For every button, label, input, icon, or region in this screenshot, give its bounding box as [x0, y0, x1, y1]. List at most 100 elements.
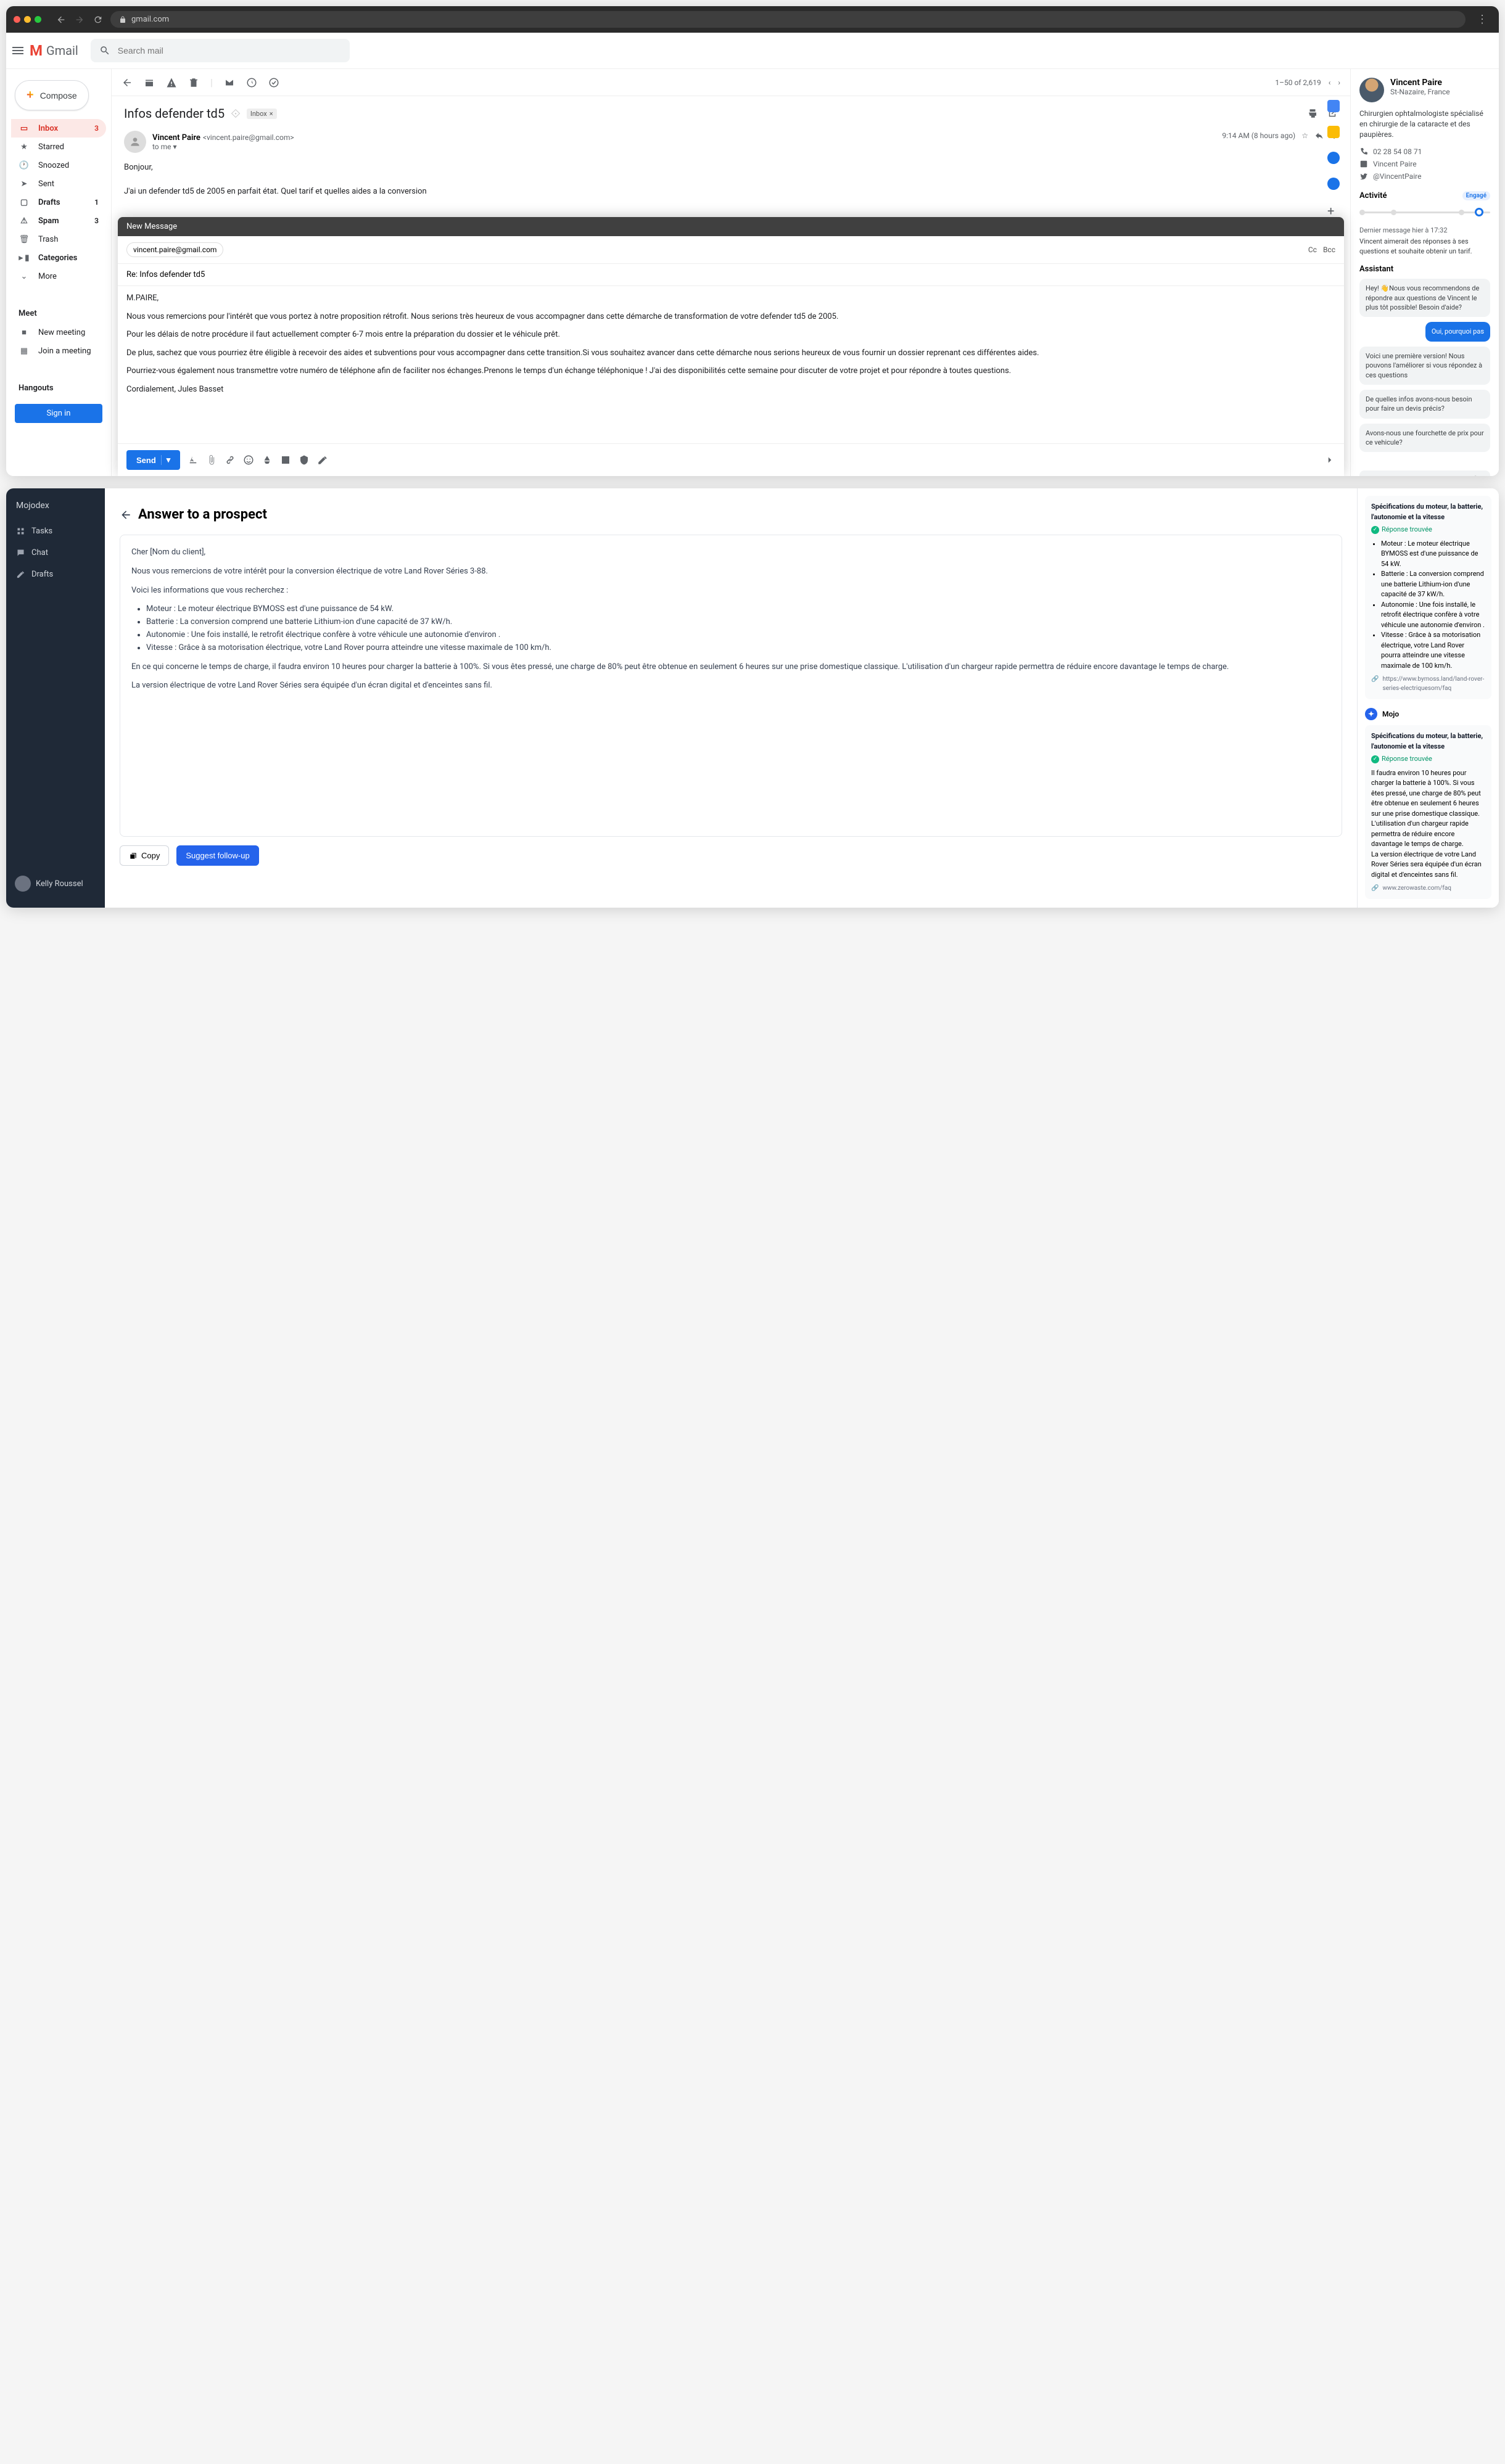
- assistant-msg-1: Hey! 👋Nous vous recommendons de répondre…: [1359, 279, 1490, 317]
- emoji-icon[interactable]: [243, 454, 254, 466]
- prev-page-icon[interactable]: ‹: [1329, 78, 1331, 87]
- block2-title: Spécifications du moteur, la batterie, l…: [1371, 731, 1485, 752]
- nav-drafts[interactable]: Drafts: [6, 564, 105, 585]
- window-max-dot[interactable]: [35, 16, 41, 23]
- block1-title: Spécifications du moteur, la batterie, l…: [1371, 502, 1485, 522]
- reply-icon[interactable]: [1314, 131, 1324, 141]
- compose-subject[interactable]: Re: Infos defender td5: [118, 264, 1344, 286]
- back-icon[interactable]: [56, 15, 66, 25]
- contact-linkedin[interactable]: Vincent Paire: [1359, 158, 1490, 170]
- suggest-followup-button[interactable]: Suggest follow-up: [176, 845, 258, 866]
- search-input[interactable]: [118, 46, 341, 55]
- email-subject-row: Infos defender td5 ⟐ Inbox ×: [124, 106, 1338, 121]
- nav-trash[interactable]: 🗑Trash: [11, 230, 106, 248]
- nav-tasks[interactable]: Tasks: [6, 520, 105, 542]
- nav-spam[interactable]: ⚠Spam3: [11, 211, 106, 230]
- add-task-icon[interactable]: [268, 77, 279, 88]
- mojo-indicator: ✦Mojo: [1365, 708, 1491, 720]
- window-min-dot[interactable]: [24, 16, 31, 23]
- browser-menu-icon[interactable]: ⋮: [1473, 13, 1491, 26]
- link-icon[interactable]: [225, 454, 236, 466]
- nav-snoozed[interactable]: 🕐Snoozed: [11, 156, 106, 175]
- image-icon[interactable]: [280, 454, 291, 466]
- send-icon[interactable]: [1474, 474, 1484, 476]
- cc-button[interactable]: Cc: [1308, 245, 1317, 254]
- spec-battery: Batterie : La conversion comprend une ba…: [146, 616, 1330, 629]
- user-profile[interactable]: Kelly Roussel: [6, 868, 105, 899]
- forward-icon[interactable]: [75, 15, 85, 25]
- source-link-2[interactable]: 🔗www.zerowaste.com/faq: [1371, 884, 1485, 893]
- draft-icon: ▢: [19, 197, 30, 208]
- tasks-icon[interactable]: [1327, 152, 1340, 164]
- compose-to-row[interactable]: vincent.paire@gmail.com Cc Bcc: [118, 236, 1344, 264]
- contacts-icon[interactable]: [1327, 178, 1340, 190]
- spec-block-1: Spécifications du moteur, la batterie, l…: [1365, 496, 1491, 699]
- format-icon[interactable]: [188, 454, 199, 466]
- next-page-icon[interactable]: ›: [1338, 78, 1340, 87]
- compose-header[interactable]: New Message: [118, 217, 1344, 236]
- nav-chat[interactable]: Chat: [6, 542, 105, 564]
- compose-button[interactable]: + Compose: [15, 80, 89, 110]
- spec-motor: Moteur : Le moteur électrique BYMOSS est…: [146, 603, 1330, 616]
- lock-icon: [119, 16, 126, 23]
- reload-icon[interactable]: [93, 15, 103, 25]
- contact-twitter[interactable]: @VincentPaire: [1359, 170, 1490, 183]
- address-bar[interactable]: gmail.com: [110, 11, 1466, 28]
- phone-icon: [1359, 147, 1368, 156]
- contact-avatar: [1359, 78, 1384, 102]
- nav-categories[interactable]: ▸ ▮Categories: [11, 248, 106, 267]
- to-line[interactable]: to me ▾: [152, 142, 1216, 151]
- inbox-tag[interactable]: Inbox ×: [247, 109, 277, 119]
- bcc-button[interactable]: Bcc: [1323, 245, 1335, 254]
- snooze-icon[interactable]: [246, 77, 257, 88]
- recipient-chip[interactable]: vincent.paire@gmail.com: [126, 242, 223, 257]
- drive-icon[interactable]: [262, 454, 273, 466]
- calendar-icon[interactable]: [1327, 100, 1340, 112]
- print-icon[interactable]: [1307, 108, 1318, 119]
- assistant-input[interactable]: [1366, 475, 1474, 476]
- sender-avatar: [124, 131, 146, 153]
- mark-unread-icon[interactable]: [224, 77, 235, 88]
- assistant-input-row[interactable]: [1359, 470, 1490, 476]
- addons-plus-icon[interactable]: +: [1327, 203, 1340, 216]
- window-close-dot[interactable]: [14, 16, 20, 23]
- nav-inbox[interactable]: ▭Inbox3: [11, 119, 106, 138]
- star-icon[interactable]: ☆: [1301, 131, 1308, 140]
- keep-icon[interactable]: [1327, 126, 1340, 138]
- delete-icon[interactable]: [188, 77, 199, 88]
- pencil-icon: [16, 570, 25, 579]
- pagination-text: 1–50 of 2,619: [1275, 78, 1321, 87]
- nav-starred[interactable]: ★Starred: [11, 138, 106, 156]
- signin-button[interactable]: Sign in: [15, 404, 102, 423]
- assistant-msg-4: Avons-nous une fourchette de prix pour c…: [1359, 424, 1490, 453]
- gmail-header: M Gmail: [6, 33, 1499, 69]
- search-bar[interactable]: [91, 39, 350, 62]
- sender-name: Vincent Paire: [152, 133, 200, 142]
- nav-drafts[interactable]: ▢Drafts1: [11, 193, 106, 211]
- expand-icon[interactable]: [1324, 454, 1335, 466]
- important-icon[interactable]: ⟐: [231, 106, 241, 121]
- source-link-1[interactable]: 🔗https://www.bymoss.land/land-rover-seri…: [1371, 675, 1485, 693]
- hamburger-icon[interactable]: [12, 47, 23, 54]
- pen-icon[interactable]: [317, 454, 328, 466]
- report-spam-icon[interactable]: [166, 77, 177, 88]
- back-to-list-icon[interactable]: [122, 77, 133, 88]
- nav-sent[interactable]: ➤Sent: [11, 175, 106, 193]
- new-meeting[interactable]: ■New meeting: [11, 323, 106, 342]
- nav-more[interactable]: ⌄More: [11, 267, 106, 285]
- gmail-logo[interactable]: M Gmail: [30, 42, 78, 59]
- archive-icon[interactable]: [144, 77, 155, 88]
- compose-body[interactable]: M.PAIRE, Nous vous remercions pour l'int…: [118, 286, 1344, 443]
- assistant-msg-2: Voici une première version! Nous pouvons…: [1359, 347, 1490, 385]
- contact-phone[interactable]: 02 28 54 08 71: [1359, 146, 1490, 158]
- attach-icon[interactable]: [206, 454, 217, 466]
- linkedin-icon: [1359, 160, 1368, 168]
- send-button[interactable]: Send▾: [126, 450, 180, 470]
- copy-button[interactable]: Copy: [120, 845, 169, 866]
- spec-block-2: Spécifications du moteur, la batterie, l…: [1365, 725, 1491, 899]
- status-found-2: Réponse trouvée: [1371, 754, 1485, 765]
- join-meeting[interactable]: ▦Join a meeting: [11, 342, 106, 360]
- confidential-icon[interactable]: [299, 454, 310, 466]
- back-arrow-icon[interactable]: [120, 509, 132, 521]
- user-name: Kelly Roussel: [36, 879, 83, 889]
